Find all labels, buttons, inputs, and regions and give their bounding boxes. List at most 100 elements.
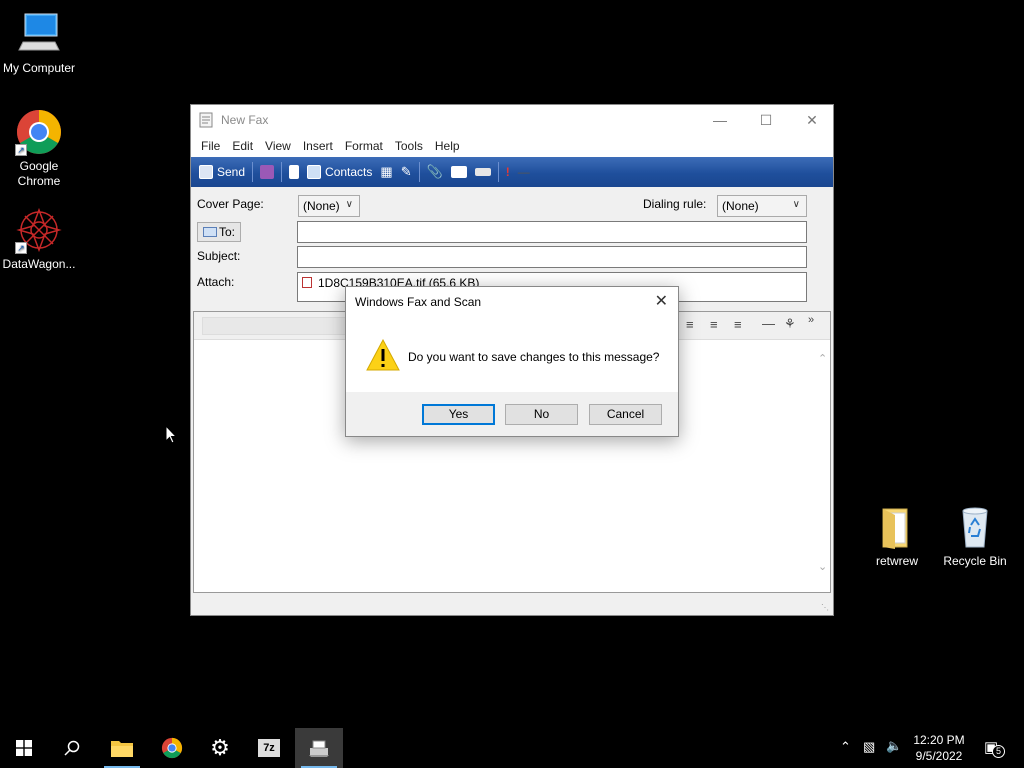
desktop-icon-recycle-bin[interactable]: Recycle Bin [936, 503, 1014, 569]
chrome-icon [161, 737, 183, 759]
scroll-up-icon[interactable]: ⌃ [818, 352, 827, 365]
gear-icon: ⚙ [210, 735, 230, 760]
show-hidden-icons-icon[interactable]: ⌃ [840, 739, 851, 755]
dialog-message: Do you want to save changes to this mess… [408, 350, 660, 364]
search-button[interactable] [48, 728, 96, 768]
start-button[interactable] [0, 728, 48, 768]
priority-button[interactable]: ! [502, 160, 514, 184]
more-options-icon[interactable]: » [808, 314, 814, 326]
justify-icon[interactable]: ≡ [734, 317, 742, 332]
taskbar-fax-and-scan[interactable] [295, 728, 343, 768]
scan-button[interactable]: ✎ [397, 160, 416, 184]
picture-icon [450, 166, 467, 178]
fax-icon [309, 740, 329, 757]
menu-view[interactable]: View [259, 139, 297, 153]
fax-document-icon [199, 112, 213, 128]
to-button[interactable]: To: [197, 222, 241, 242]
search-icon [64, 740, 80, 756]
exclamation-icon: ! [505, 165, 510, 179]
chrome-icon: ↗ [15, 108, 63, 156]
warning-icon [366, 338, 400, 374]
dialing-rule-label: Dialing rule: [643, 197, 707, 211]
toolbar-divider [281, 162, 283, 182]
maximize-button[interactable]: ☐ [743, 105, 789, 135]
dialog-title: Windows Fax and Scan [355, 295, 482, 309]
contacts-button[interactable]: Contacts [303, 160, 376, 184]
computer-icon [15, 10, 63, 58]
menu-edit[interactable]: Edit [226, 139, 259, 153]
desktop-icon-datawagon[interactable]: ↗ DataWagon... [0, 206, 78, 272]
desktop-icon-retwrew[interactable]: retwrew [858, 503, 936, 569]
dialing-rule-value: (None) [722, 199, 759, 213]
dialing-rule-select[interactable]: (None) ∨ [717, 195, 807, 217]
windows-logo-icon [16, 740, 32, 756]
dialpad-icon: ▦ [380, 164, 393, 179]
taskbar-chrome[interactable] [148, 728, 196, 768]
dialog-close-icon[interactable]: ✕ [655, 291, 668, 311]
send-icon [199, 165, 213, 179]
folder-icon [111, 741, 133, 757]
title-bar[interactable]: New Fax — ☐ ✕ [191, 105, 833, 135]
desktop-icon-my-computer[interactable]: My Computer [0, 10, 78, 76]
mouse-cursor-icon [165, 425, 177, 444]
scroll-down-icon[interactable]: ⌄ [818, 560, 827, 573]
cover-page-button[interactable] [285, 160, 303, 184]
to-input[interactable] [297, 221, 807, 243]
to-label: To: [219, 225, 236, 239]
document-icon [289, 165, 300, 179]
menu-format[interactable]: Format [339, 139, 389, 153]
scan-icon: ✎ [400, 164, 412, 179]
save-changes-dialog[interactable]: Windows Fax and Scan ✕ Do you want to sa… [345, 286, 679, 437]
subject-input[interactable] [297, 246, 807, 268]
network-icon[interactable]: ▧ [863, 739, 875, 755]
minimize-button[interactable]: — [697, 105, 743, 135]
cancel-button[interactable]: Cancel [589, 404, 662, 425]
menu-bar: File Edit View Insert Format Tools Help [191, 135, 833, 157]
send-label: Send [217, 165, 246, 179]
desktop-icon-label: retwrew [875, 554, 918, 568]
toolbar-divider [252, 162, 254, 182]
desktop-icon-label: Google Chrome [17, 159, 61, 188]
dialpad-button[interactable]: ▦ [376, 160, 396, 184]
desktop-icon-label: My Computer [2, 61, 76, 75]
insert-picture-button[interactable] [447, 160, 471, 184]
align-right-icon[interactable]: ≡ [710, 317, 718, 332]
font-select[interactable] [202, 317, 352, 335]
save-button[interactable] [256, 160, 278, 184]
yes-button[interactable]: Yes [422, 404, 495, 425]
priority-low-button[interactable]: — [514, 160, 534, 184]
taskbar-file-explorer[interactable] [98, 728, 146, 768]
close-button[interactable]: ✕ [789, 105, 835, 135]
7zip-icon: 7z [258, 739, 280, 757]
volume-icon[interactable]: 🔈 [886, 738, 902, 754]
resize-grip-icon[interactable]: ⋱ [821, 603, 831, 613]
taskbar-settings[interactable]: ⚙ [196, 728, 244, 768]
toolbar: Send Contacts ▦ ✎ 📎 ! — [191, 157, 833, 187]
horizontal-line-icon[interactable]: — [762, 316, 775, 331]
menu-help[interactable]: Help [429, 139, 466, 153]
align-center-icon[interactable]: ≡ [686, 317, 694, 332]
menu-insert[interactable]: Insert [297, 139, 339, 153]
recycle-bin-icon [951, 503, 999, 551]
menu-tools[interactable]: Tools [389, 139, 429, 153]
clock[interactable]: 12:20 PM 9/5/2022 [908, 732, 970, 764]
toolbar-divider [418, 162, 420, 182]
insert-link-icon[interactable]: ⚘ [784, 316, 796, 332]
send-button[interactable]: Send [195, 160, 249, 184]
chevron-down-icon: ∨ [792, 199, 800, 210]
subject-label: Subject: [197, 249, 241, 263]
desktop-icon-google-chrome[interactable]: ↗ Google Chrome [0, 108, 78, 189]
taskbar-7zip[interactable]: 7z [245, 728, 293, 768]
cover-page-label: Cover Page: [197, 197, 264, 211]
window-title: New Fax [221, 113, 269, 127]
no-button[interactable]: No [505, 404, 578, 425]
cover-page-select[interactable]: (None) ∨ [298, 195, 360, 217]
cover-page-value: (None) [303, 199, 340, 213]
attach-button[interactable]: 📎 [423, 160, 447, 184]
chevron-down-icon: ∨ [345, 199, 353, 210]
desktop-icon-label: DataWagon... [2, 257, 76, 271]
paperclip-icon: 📎 [426, 164, 443, 179]
menu-file[interactable]: File [195, 139, 226, 153]
insert-scan-button[interactable] [471, 160, 495, 184]
notification-center-button[interactable]: ▣ 5 [984, 738, 1005, 758]
